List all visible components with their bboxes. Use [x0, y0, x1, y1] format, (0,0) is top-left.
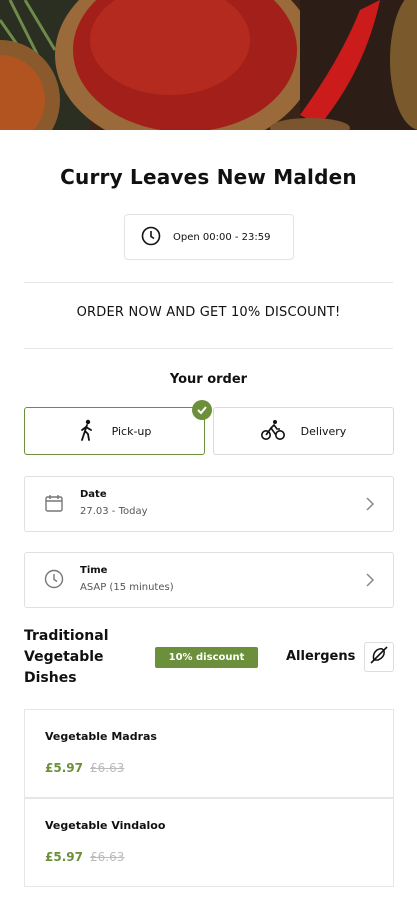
menu-item[interactable]: Vegetable Vindaloo £5.97 £6.63	[24, 798, 394, 887]
walking-person-icon	[78, 419, 96, 444]
menu-item-old-price: £6.63	[90, 850, 125, 864]
date-value: 27.03 - Today	[80, 506, 148, 517]
cyclist-icon	[260, 419, 285, 444]
selected-check-icon	[192, 400, 212, 420]
opening-hours: Open 00:00 - 23:59	[124, 214, 294, 260]
restaurant-name: Curry Leaves New Malden	[60, 165, 357, 189]
clock-icon	[44, 569, 64, 593]
divider	[24, 282, 393, 283]
discount-badge: 10% discount	[155, 647, 258, 668]
time-picker[interactable]: Time ASAP (15 minutes)	[24, 552, 394, 608]
menu-item-price: £5.97	[45, 850, 83, 864]
calendar-icon	[44, 493, 64, 517]
chevron-right-icon	[365, 572, 375, 592]
menu-item-name: Vegetable Vindaloo	[45, 819, 166, 832]
date-picker[interactable]: Date 27.03 - Today	[24, 476, 394, 532]
time-label: Time	[80, 565, 108, 576]
section-title: Traditional Vegetable Dishes	[24, 628, 109, 686]
menu-item[interactable]: Vegetable Madras £5.97 £6.63	[24, 709, 394, 798]
chevron-right-icon	[365, 496, 375, 516]
your-order-heading: Your order	[169, 372, 248, 387]
delivery-label: Delivery	[300, 424, 347, 438]
date-label: Date	[80, 489, 107, 500]
menu-item-price: £5.97	[45, 761, 83, 775]
allergens-label[interactable]: Allergens	[286, 649, 355, 664]
opening-hours-text: Open 00:00 - 23:59	[173, 231, 271, 243]
divider	[24, 348, 393, 349]
hero-image	[0, 0, 417, 130]
time-value: ASAP (15 minutes)	[80, 582, 174, 593]
delivery-option[interactable]: Delivery	[213, 407, 394, 455]
no-allergen-icon	[369, 645, 389, 669]
pickup-option[interactable]: Pick-up	[24, 407, 205, 455]
menu-item-old-price: £6.63	[90, 761, 125, 775]
allergens-button[interactable]	[364, 642, 394, 672]
clock-icon	[141, 226, 161, 249]
promo-banner: ORDER NOW AND GET 10% DISCOUNT!	[76, 305, 341, 320]
menu-item-name: Vegetable Madras	[45, 730, 157, 743]
pickup-label: Pick-up	[111, 424, 152, 438]
